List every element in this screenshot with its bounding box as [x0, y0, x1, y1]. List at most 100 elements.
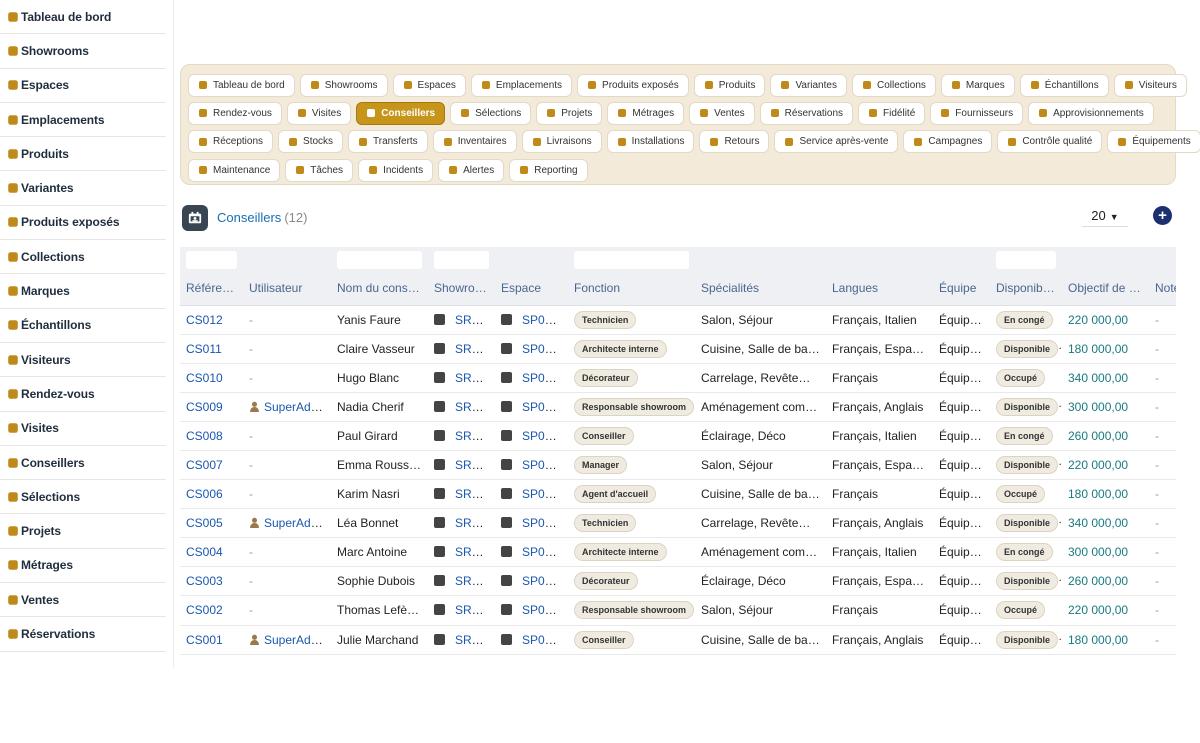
module-button[interactable]: Marques	[940, 73, 1015, 97]
module-button[interactable]: Service après-vente	[774, 130, 899, 154]
advisor-ref-link[interactable]: CS007	[186, 458, 223, 472]
module-button[interactable]: Transferts	[348, 130, 428, 154]
showroom-link[interactable]: SR002	[455, 371, 492, 385]
module-button[interactable]: Réceptions	[188, 130, 274, 154]
column-header[interactable]: Utilisateur	[243, 272, 331, 306]
module-button[interactable]: Showrooms	[299, 73, 388, 97]
add-advisor-button[interactable]: +	[1153, 206, 1172, 225]
module-button[interactable]: Tâches	[285, 158, 354, 182]
column-header[interactable]: Équipe	[933, 272, 990, 306]
advisor-ref-link[interactable]: CS012	[186, 313, 223, 327]
table-row[interactable]: CS009 SuperAdmin Nadia Cherif SR001 SP0009 Re…	[180, 392, 1176, 422]
sidebar-item[interactable]: Produits	[0, 137, 166, 172]
sidebar-item[interactable]: Emplacements	[0, 103, 166, 138]
space-link[interactable]: SP0005	[522, 516, 565, 530]
module-button[interactable]: Reporting	[509, 158, 588, 182]
module-button[interactable]: Visiteurs	[1113, 73, 1187, 97]
space-link[interactable]: SP0009	[522, 400, 565, 414]
module-button[interactable]: Livraisons	[521, 130, 602, 154]
advisor-ref-link[interactable]: CS005	[186, 516, 223, 530]
advisor-ref-link[interactable]: CS003	[186, 574, 223, 588]
column-header[interactable]: Note	[1149, 272, 1176, 306]
page-size-select[interactable]: 20 ▼	[1082, 207, 1128, 227]
space-link[interactable]: SP0008	[522, 429, 565, 443]
module-button[interactable]: Produits	[693, 73, 766, 97]
table-row[interactable]: CS010 - Hugo Blanc SR002 SP0010 Décorateur Car…	[180, 363, 1176, 393]
space-link[interactable]: SP0004	[522, 545, 565, 559]
module-button[interactable]: Incidents	[358, 158, 434, 182]
module-button[interactable]: Emplacements	[470, 73, 573, 97]
space-link[interactable]: SP0006	[522, 487, 565, 501]
module-button[interactable]: Installations	[606, 130, 695, 154]
module-button[interactable]: Collections	[851, 73, 936, 97]
sidebar-item[interactable]: Rendez-vous	[0, 377, 166, 412]
showroom-link[interactable]: SR003	[455, 342, 492, 356]
column-header[interactable]: Espace	[495, 272, 568, 306]
table-row[interactable]: CS003 - Sophie Dubois SR003 SP0003 Décorateur…	[180, 566, 1176, 597]
sidebar-item[interactable]: Collections	[0, 240, 166, 275]
user-link[interactable]: SuperAdmin	[264, 516, 330, 530]
sidebar-item[interactable]: Marques	[0, 274, 166, 309]
sidebar-item[interactable]: Espaces	[0, 69, 166, 103]
table-row[interactable]: CS006 - Karim Nasri SR002 SP0006 Agent d'accu…	[180, 479, 1176, 510]
table-row[interactable]: CS007 - Emma Rousseau SR003 SP0007 Manager Sal…	[180, 450, 1176, 481]
module-button[interactable]: Approvisionnements	[1028, 101, 1154, 125]
showroom-link[interactable]: SR003	[455, 574, 492, 588]
module-button[interactable]: Retours	[699, 130, 770, 154]
column-filter-input[interactable]	[434, 251, 489, 269]
table-row[interactable]: CS008 - Paul Girard SR004 SP0008 Conseiller Éc…	[180, 421, 1176, 451]
sidebar-item[interactable]: Produits exposés	[0, 206, 166, 241]
advisor-ref-link[interactable]: CS010	[186, 371, 223, 385]
column-filter-input[interactable]	[186, 251, 237, 269]
showroom-link[interactable]: SR003	[455, 458, 492, 472]
sidebar-item[interactable]: Échantillons	[0, 309, 166, 343]
module-button[interactable]: Tableau de bord	[188, 73, 295, 97]
space-link[interactable]: SP0007	[522, 458, 565, 472]
table-row[interactable]: CS004 - Marc Antoine SR004 SP0004 Architecte …	[180, 537, 1176, 568]
module-button[interactable]: Équipements	[1107, 130, 1200, 154]
advisor-ref-link[interactable]: CS004	[186, 545, 223, 559]
module-button[interactable]: Produits exposés	[577, 73, 689, 97]
column-header[interactable]: Showroom	[428, 272, 495, 306]
column-filter-input[interactable]	[337, 251, 422, 269]
column-header[interactable]: Nom du conse…	[331, 272, 428, 306]
column-header[interactable]: Langues	[826, 272, 933, 306]
sidebar-item[interactable]: Visiteurs	[0, 343, 166, 378]
module-button[interactable]: Métrages	[607, 101, 685, 125]
module-button[interactable]: Projets	[536, 101, 603, 125]
module-button[interactable]: Variantes	[770, 73, 847, 97]
column-filter-input[interactable]	[996, 251, 1056, 269]
column-header[interactable]: Disponibilité	[990, 272, 1062, 306]
sidebar-item[interactable]: Métrages	[0, 549, 166, 584]
sidebar-item[interactable]: Conseillers	[0, 446, 166, 481]
showroom-link[interactable]: SR004	[455, 545, 492, 559]
table-row[interactable]: CS012 - Yanis Faure SR004 SP0012 Technicien Sa…	[180, 305, 1176, 335]
showroom-link[interactable]: SR004	[455, 429, 492, 443]
column-header[interactable]: Fonction	[568, 272, 695, 306]
column-header[interactable]: Spécialités	[695, 272, 826, 306]
module-button[interactable]: Rendez-vous	[188, 101, 282, 125]
module-button[interactable]: Alertes	[438, 158, 505, 182]
space-link[interactable]: SP0001	[522, 633, 565, 647]
module-button[interactable]: Conseillers	[356, 101, 446, 125]
sidebar-item[interactable]: Visites	[0, 412, 166, 446]
table-row[interactable]: CS002 - Thomas Lefèvre SR002 SP0002 Responsab…	[180, 595, 1176, 626]
column-header[interactable]: Objectif de v…	[1062, 272, 1149, 306]
module-button[interactable]: Inventaires	[432, 130, 517, 154]
table-row[interactable]: CS005 SuperAdmin Léa Bonnet SR001 SP0005 Tech…	[180, 508, 1176, 539]
showroom-link[interactable]: SR002	[455, 487, 492, 501]
module-button[interactable]: Espaces	[392, 73, 466, 97]
advisor-ref-link[interactable]: CS002	[186, 603, 223, 617]
column-header[interactable]: Référence	[180, 272, 243, 306]
module-button[interactable]: Fournisseurs	[930, 101, 1024, 125]
space-link[interactable]: SP0012	[522, 313, 565, 327]
module-button[interactable]: Ventes	[689, 101, 755, 125]
sidebar-item[interactable]: Réservations	[0, 617, 166, 652]
module-button[interactable]: Réservations	[759, 101, 854, 125]
showroom-link[interactable]: SR001	[455, 400, 492, 414]
table-row[interactable]: CS001 SuperAdmin Julie Marchand SR001 SP0001…	[180, 625, 1176, 655]
module-button[interactable]: Campagnes	[903, 130, 993, 154]
sidebar-item[interactable]: Projets	[0, 514, 166, 549]
column-filter-input[interactable]	[574, 251, 689, 269]
advisor-ref-link[interactable]: CS001	[186, 633, 223, 647]
